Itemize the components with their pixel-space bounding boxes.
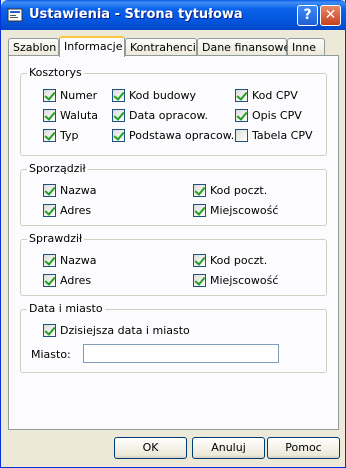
group-sprawdzil: Sprawdził Nazwa Kod poczt. Adres Miejsco… — [20, 232, 327, 296]
checkbox-label: Dzisiejsza data i miasto — [60, 324, 190, 337]
checkbox-box[interactable] — [43, 184, 56, 197]
checkbox-box[interactable] — [43, 274, 56, 287]
group-title-kosztorys: Kosztorys — [27, 66, 84, 79]
checkbox-label: Kod CPV — [252, 89, 298, 102]
checkbox-label: Tabela CPV — [252, 129, 313, 142]
group-title-data-miasto: Data i miasto — [27, 302, 105, 315]
checkbox-box[interactable] — [193, 274, 206, 287]
checkbox-label: Podstawa opracow. — [129, 129, 235, 142]
checkbox-box[interactable] — [43, 254, 56, 267]
close-button[interactable]: ✕ — [320, 5, 341, 26]
checkbox-box[interactable] — [43, 324, 56, 337]
checkbox-box[interactable] — [43, 89, 56, 102]
settings-dialog: Ustawienia - Strona tytułowa ? ✕ Szablon… — [0, 0, 346, 468]
group-title-sprawdzil: Sprawdził — [27, 232, 85, 245]
checkbox-label: Adres — [60, 274, 92, 287]
tab-panel-informacje: Kosztorys Numer Kod budowy Kod CPV Walut… — [8, 55, 339, 430]
checkbox-box[interactable] — [235, 89, 248, 102]
checkbox-box[interactable] — [43, 204, 56, 217]
tab-dane-finansowe[interactable]: Dane finansowe — [197, 38, 290, 56]
checkbox-box[interactable] — [235, 129, 248, 142]
checkbox-label: Kod poczt. — [210, 254, 268, 267]
checkbox-label: Data opracow. — [129, 109, 208, 122]
checkbox-box[interactable] — [193, 254, 206, 267]
city-label: Miasto: — [31, 348, 71, 361]
checkbox-label: Opis CPV — [252, 109, 302, 122]
checkbox-box[interactable] — [235, 109, 248, 122]
checkbox-label: Miejscowość — [210, 204, 279, 217]
title-bar[interactable]: Ustawienia - Strona tytułowa ? ✕ — [1, 0, 346, 30]
cancel-button[interactable]: Anuluj — [192, 437, 265, 459]
help-title-button[interactable]: ? — [297, 5, 318, 26]
checkbox-box[interactable] — [43, 109, 56, 122]
checkbox-box[interactable] — [112, 129, 125, 142]
window-title: Ustawienia - Strona tytułowa — [29, 7, 243, 22]
app-icon — [7, 8, 23, 22]
checkbox-label: Nazwa — [60, 184, 97, 197]
checkbox-label: Numer — [60, 89, 98, 102]
tab-kontrahenci[interactable]: Kontrahenci — [125, 38, 197, 56]
group-sporzadzil: Sporządził Nazwa Kod poczt. Adres Miejsc… — [20, 162, 327, 226]
city-input[interactable] — [83, 344, 279, 363]
checkbox-label: Typ — [60, 129, 79, 142]
help-button[interactable]: Pomoc — [267, 437, 340, 459]
checkbox-box[interactable] — [43, 129, 56, 142]
checkbox-box[interactable] — [112, 89, 125, 102]
group-data-miasto: Data i miasto Dzisiejsza data i miasto M… — [20, 302, 327, 373]
checkbox-box[interactable] — [193, 184, 206, 197]
checkbox-label: Kod budowy — [129, 89, 197, 102]
group-title-sporzadzil: Sporządził — [27, 162, 88, 175]
tab-inne[interactable]: Inne — [287, 38, 325, 56]
tab-informacje[interactable]: Informacje — [59, 36, 125, 57]
checkbox-box[interactable] — [112, 109, 125, 122]
checkbox-label: Nazwa — [60, 254, 97, 267]
ok-button[interactable]: OK — [114, 437, 187, 459]
checkbox-label: Adres — [60, 204, 92, 217]
checkbox-label: Miejscowość — [210, 274, 279, 287]
checkbox-label: Waluta — [60, 109, 98, 122]
checkbox-label: Kod poczt. — [210, 184, 268, 197]
tab-szablon[interactable]: Szablon — [8, 38, 59, 56]
group-kosztorys: Kosztorys Numer Kod budowy Kod CPV Walut… — [20, 66, 327, 156]
checkbox-box[interactable] — [193, 204, 206, 217]
